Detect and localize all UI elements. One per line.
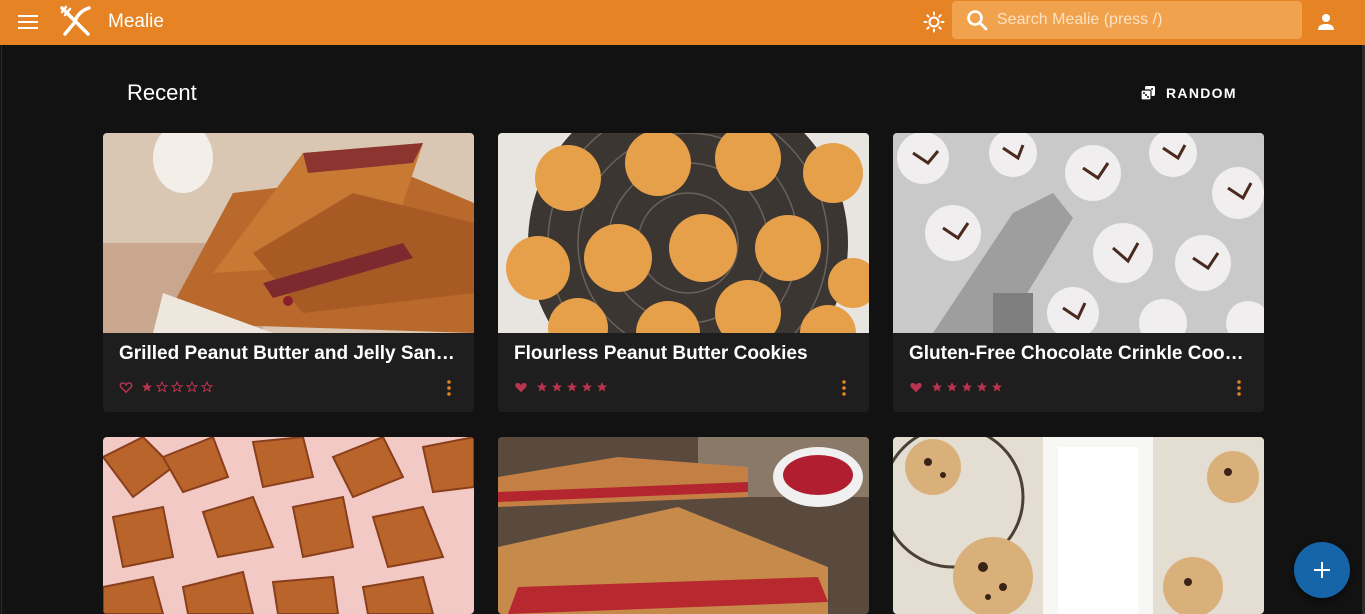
star-filled-icon[interactable] — [596, 381, 608, 393]
recipe-actions — [909, 378, 1006, 396]
rating-stars[interactable] — [536, 381, 611, 393]
star-filled-icon[interactable] — [536, 381, 548, 393]
rating-stars[interactable] — [141, 381, 216, 393]
search-bar[interactable] — [952, 1, 1302, 39]
dots-vertical-icon — [447, 380, 451, 396]
star-outline-icon[interactable] — [171, 381, 183, 393]
random-button[interactable]: RANDOM — [1132, 78, 1244, 108]
app-title[interactable]: Mealie — [108, 11, 164, 33]
recipe-title[interactable]: Gluten-Free Chocolate Crinkle Cookies — [909, 343, 1249, 365]
star-filled-icon[interactable] — [991, 381, 1003, 393]
fork-knife-icon — [60, 5, 91, 36]
star-outline-icon[interactable] — [156, 381, 168, 393]
recipe-image[interactable] — [893, 133, 1264, 333]
recipe-title[interactable]: Grilled Peanut Butter and Jelly Sandwich — [119, 343, 459, 365]
recipe-card[interactable] — [498, 437, 869, 614]
recipe-title[interactable]: Flourless Peanut Butter Cookies — [514, 343, 854, 365]
star-filled-icon[interactable] — [581, 381, 593, 393]
star-filled-icon[interactable] — [566, 381, 578, 393]
star-filled-icon[interactable] — [976, 381, 988, 393]
dots-vertical-icon — [842, 380, 846, 396]
star-outline-icon[interactable] — [201, 381, 213, 393]
recipe-card[interactable]: Grilled Peanut Butter and Jelly Sandwich — [103, 133, 474, 412]
account-button[interactable] — [1312, 8, 1340, 36]
more-options-button[interactable] — [836, 377, 852, 399]
recipe-card[interactable] — [893, 437, 1264, 614]
app-bar: Mealie — [0, 0, 1365, 45]
dice-icon — [1140, 86, 1155, 101]
star-filled-icon[interactable] — [141, 381, 153, 393]
random-label: RANDOM — [1166, 85, 1237, 101]
star-filled-icon[interactable] — [946, 381, 958, 393]
star-filled-icon[interactable] — [551, 381, 563, 393]
search-icon — [967, 10, 988, 31]
section-title: Recent — [127, 80, 197, 105]
heart-filled-icon[interactable] — [514, 380, 528, 394]
account-icon — [1318, 14, 1334, 30]
recipe-image[interactable] — [103, 133, 474, 333]
recipe-image[interactable] — [498, 133, 869, 333]
recipe-actions — [119, 378, 216, 396]
recipe-card[interactable]: Flourless Peanut Butter Cookies — [498, 133, 869, 412]
star-outline-icon[interactable] — [186, 381, 198, 393]
brightness-icon — [923, 11, 945, 33]
menu-button[interactable] — [12, 6, 44, 38]
recipe-card[interactable]: Gluten-Free Chocolate Crinkle Cookies — [893, 133, 1264, 412]
add-recipe-button[interactable] — [1294, 542, 1350, 598]
star-filled-icon[interactable] — [931, 381, 943, 393]
search-input[interactable] — [997, 11, 1287, 29]
recipe-card[interactable] — [103, 437, 474, 614]
star-filled-icon[interactable] — [961, 381, 973, 393]
theme-toggle-button[interactable] — [920, 8, 948, 36]
more-options-button[interactable] — [441, 377, 457, 399]
dots-vertical-icon — [1237, 380, 1241, 396]
recipe-image[interactable] — [498, 437, 869, 614]
plus-icon — [1314, 562, 1330, 578]
recipe-actions — [514, 378, 611, 396]
menu-icon — [18, 15, 38, 29]
more-options-button[interactable] — [1231, 377, 1247, 399]
recipe-image[interactable] — [893, 437, 1264, 614]
heart-filled-icon[interactable] — [909, 380, 923, 394]
logo[interactable] — [58, 4, 94, 40]
rating-stars[interactable] — [931, 381, 1006, 393]
recipe-image[interactable] — [103, 437, 474, 614]
heart-outline-icon[interactable] — [119, 380, 133, 394]
